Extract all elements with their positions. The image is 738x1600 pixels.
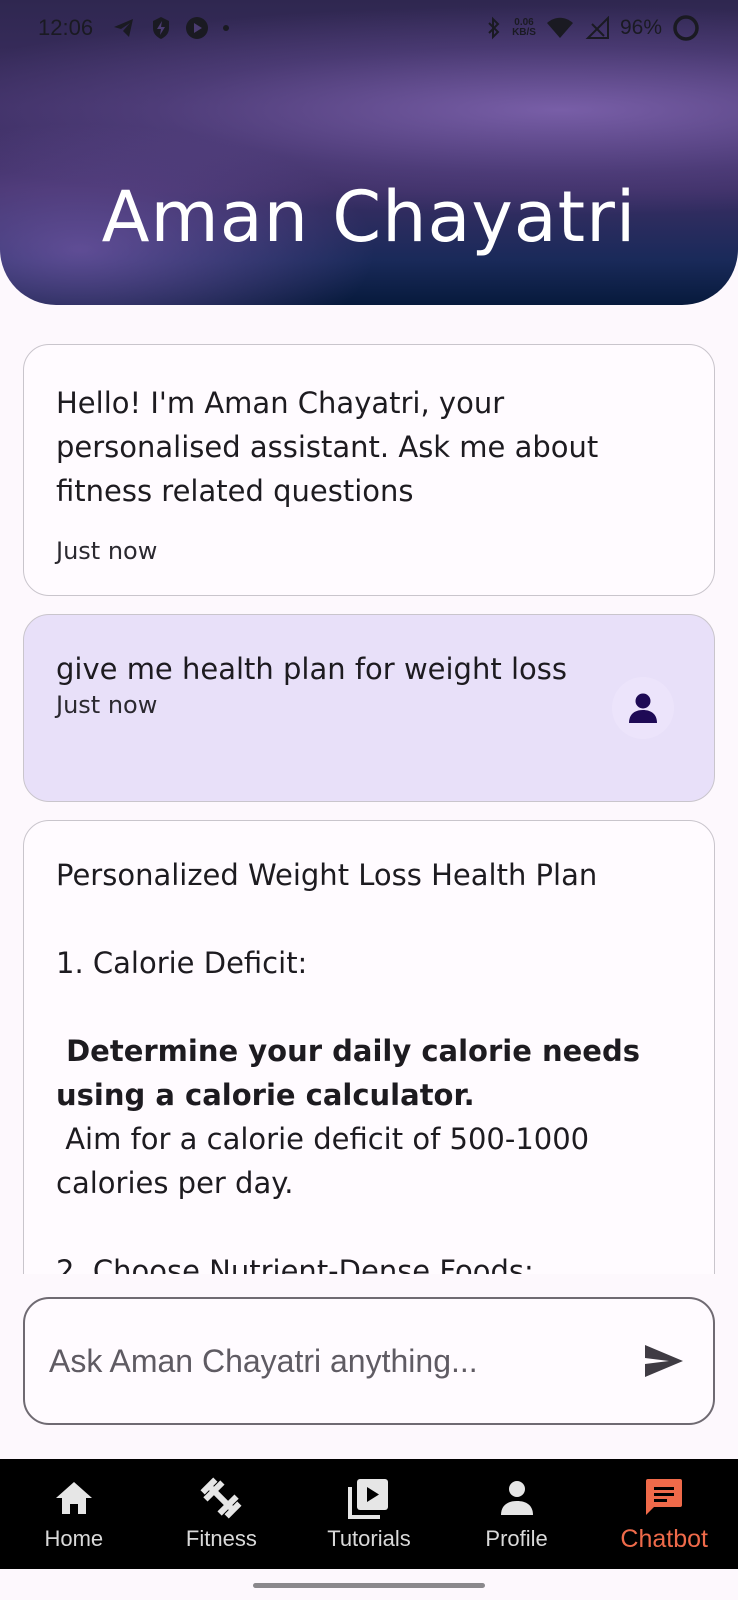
nav-label: Home [44, 1526, 104, 1551]
network-speed: 0.06 KB/S [512, 17, 536, 38]
message-time: Just now [56, 691, 158, 719]
play-circle-icon [186, 17, 209, 39]
bottom-navigation: Home Fitness Tutorials Profile Chatbot [0, 1459, 738, 1569]
avatar [612, 677, 674, 739]
status-bar: 12:06 0.06 KB/S 96% [0, 0, 738, 56]
bluetooth-icon [488, 16, 500, 40]
message-time: Just now [56, 537, 158, 565]
nav-label: Fitness [185, 1526, 257, 1551]
bot-message: Hello! I'm Aman Chayatri, your personali… [23, 344, 715, 596]
home-gesture-bar[interactable] [253, 1583, 485, 1588]
chat-input-box [23, 1297, 715, 1425]
message-next-section: 2. Choose Nutrient-Dense Foods: [56, 1254, 534, 1274]
send-button[interactable] [639, 1336, 689, 1386]
bot-name-title: Aman Chayatri [101, 176, 637, 258]
battery-percent: 96% [619, 16, 662, 39]
chat-input[interactable] [49, 1342, 639, 1380]
person-icon [629, 693, 657, 723]
message-line: Aim for a calorie deficit of 500-1000 ca… [56, 1122, 599, 1200]
message-heading: Personalized Weight Loss Health Plan [56, 858, 598, 892]
nav-item-home[interactable]: Home [0, 1459, 148, 1569]
message-section: 1. Calorie Deficit: [56, 946, 308, 980]
send-icon [645, 1345, 683, 1377]
wifi-icon [546, 17, 573, 38]
home-icon [55, 1482, 92, 1514]
user-message: give me health plan for weight loss Just… [23, 614, 715, 802]
shield-bolt-icon [153, 17, 170, 39]
nav-label: Profile [485, 1526, 548, 1551]
battery-icon [673, 15, 699, 41]
chat-icon [646, 1478, 683, 1515]
nav-item-profile[interactable]: Profile [443, 1459, 591, 1569]
dumbbell-icon [200, 1477, 242, 1519]
notification-icons [111, 16, 230, 40]
nav-item-chatbot[interactable]: Chatbot [590, 1459, 738, 1569]
nav-label: Tutorials [327, 1526, 411, 1551]
person-icon [500, 1481, 533, 1515]
more-notifications-dot [223, 25, 230, 31]
message-text: Hello! I'm Aman Chayatri, your personali… [56, 386, 608, 508]
nav-item-tutorials[interactable]: Tutorials [295, 1459, 443, 1569]
nav-label: Chatbot [620, 1524, 708, 1553]
system-icons: 0.06 KB/S 96% [486, 14, 700, 42]
nav-item-fitness[interactable]: Fitness [148, 1459, 296, 1569]
bot-message: Personalized Weight Loss Health Plan 1. … [23, 820, 715, 1274]
message-bold-line: Determine your daily calorie needs using… [56, 1034, 651, 1112]
status-time: 12:06 [38, 15, 94, 40]
video-library-icon [347, 1479, 388, 1519]
telegram-icon [114, 19, 134, 37]
message-text: give me health plan for weight loss [56, 652, 567, 686]
chat-header: 12:06 0.06 KB/S 96% Aman Chayatri [0, 0, 738, 305]
message-list[interactable]: Hello! I'm Aman Chayatri, your personali… [23, 344, 715, 1274]
signal-icon [585, 16, 609, 39]
